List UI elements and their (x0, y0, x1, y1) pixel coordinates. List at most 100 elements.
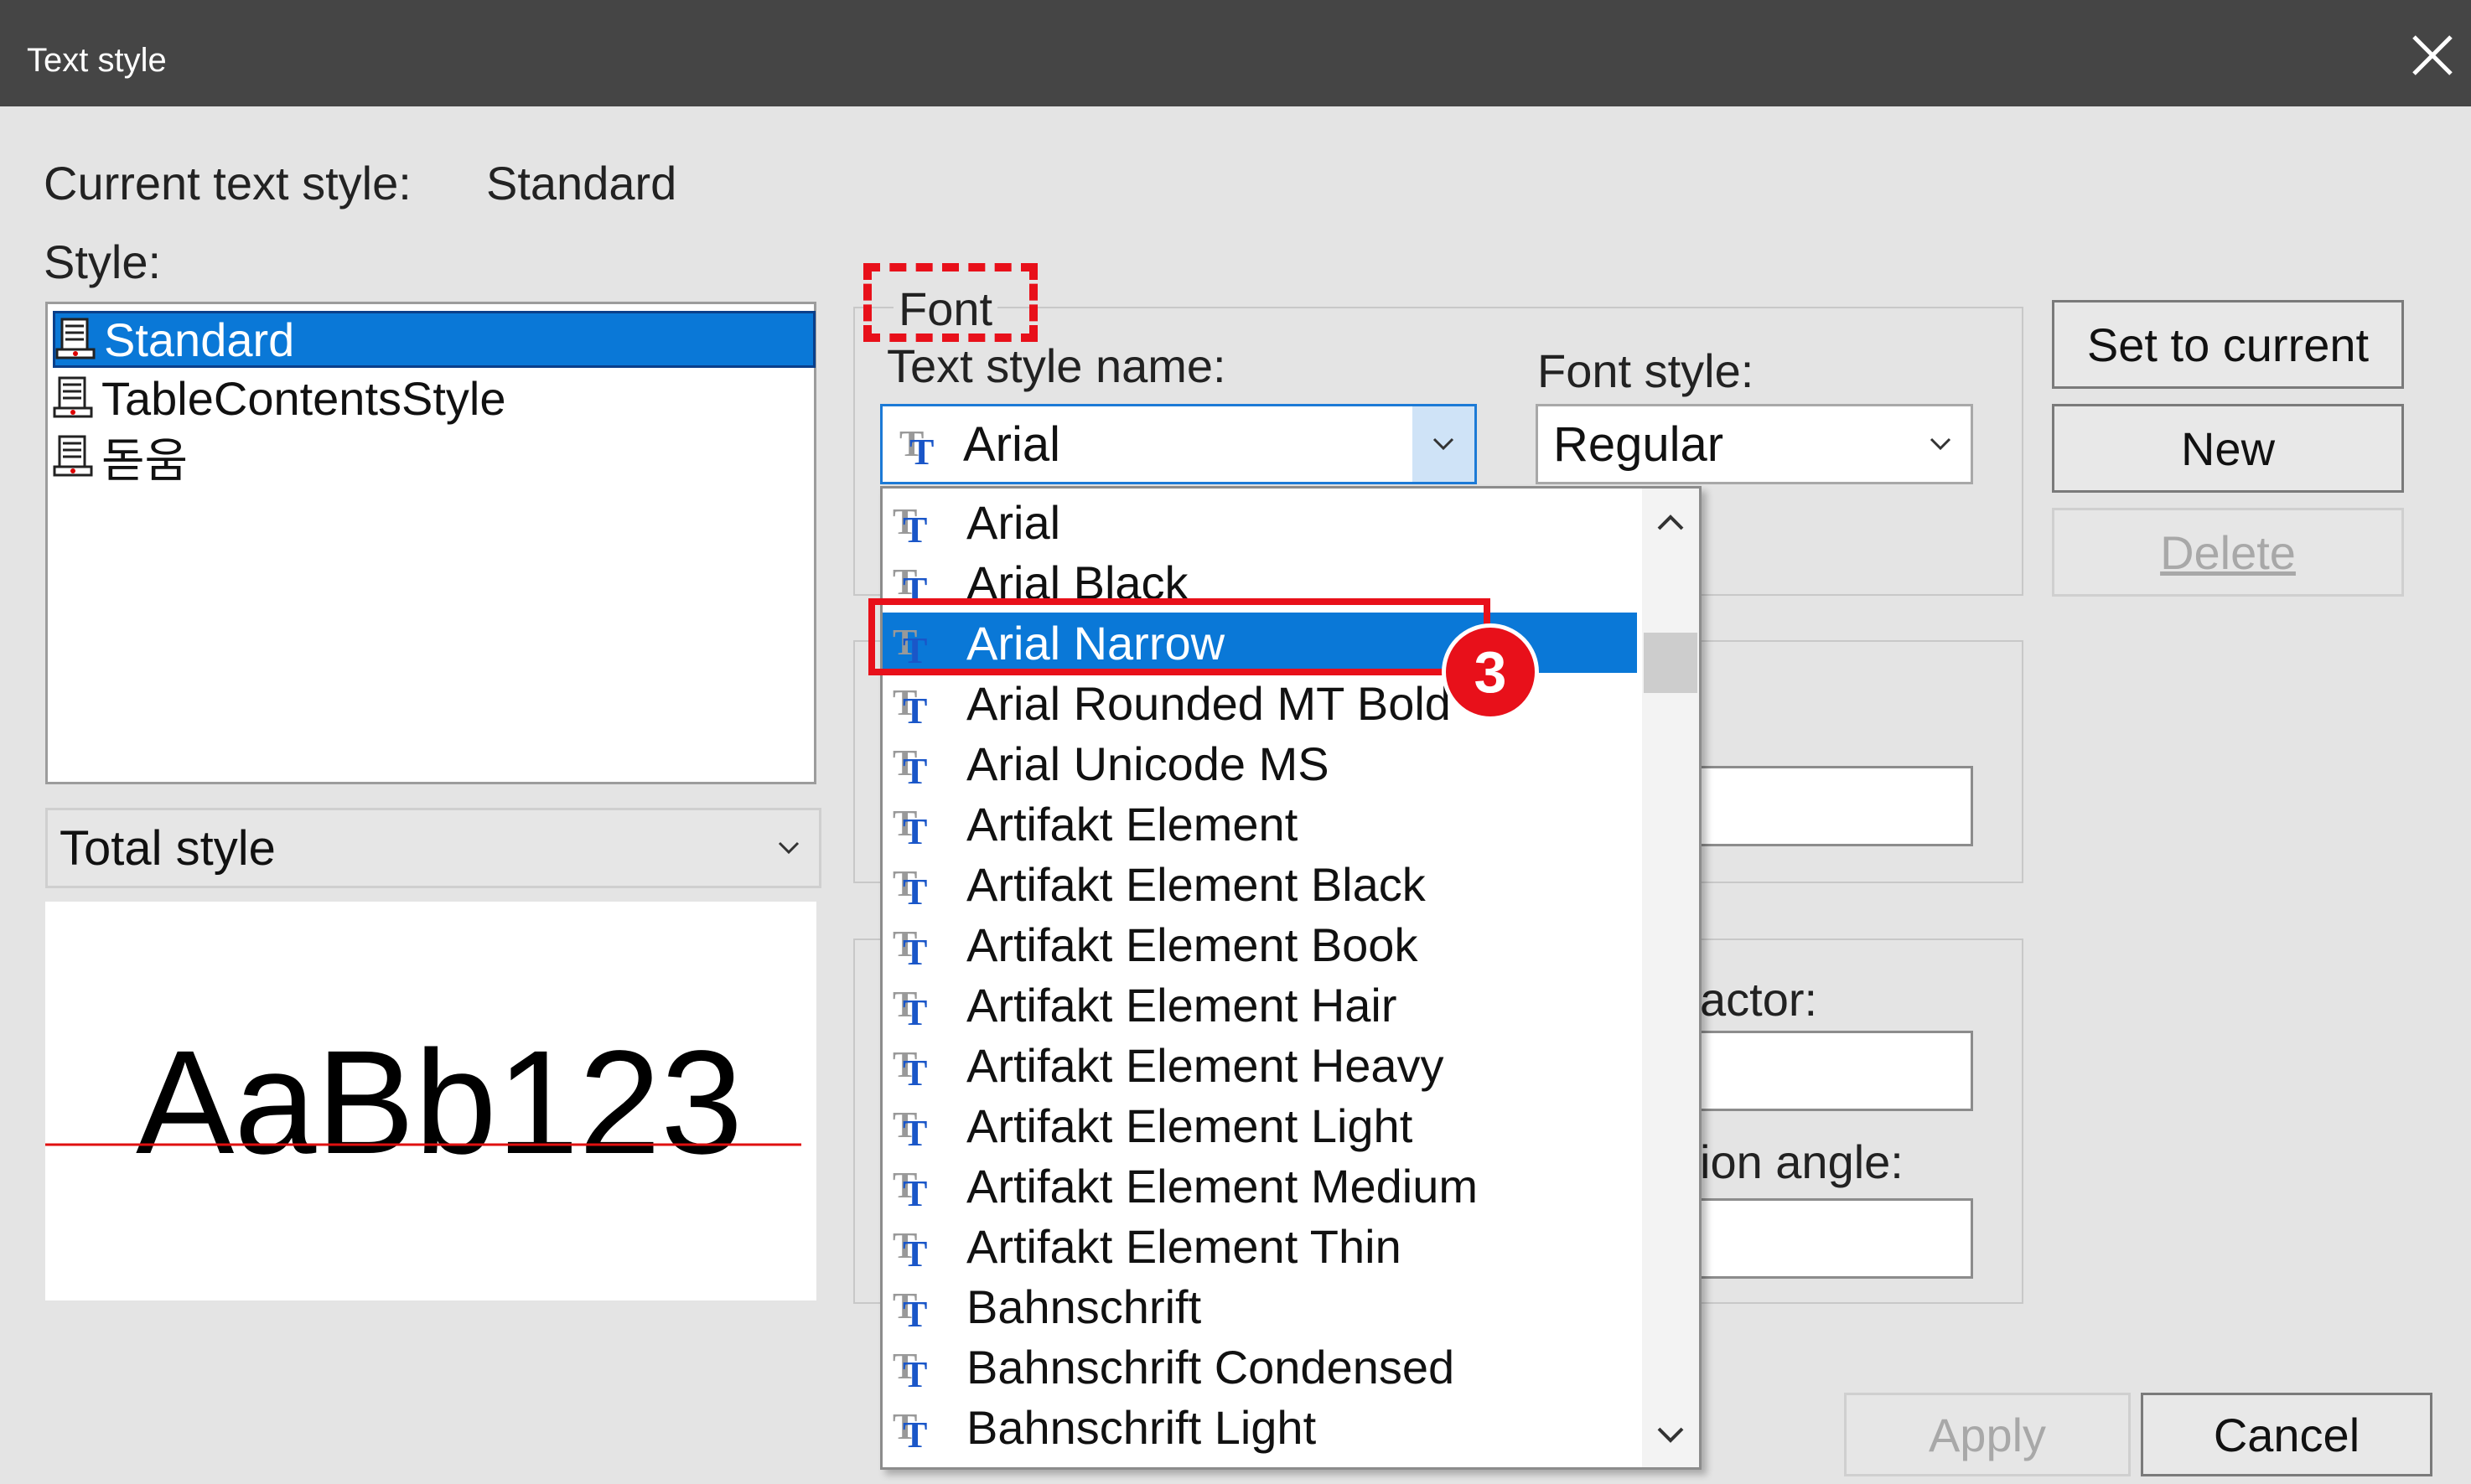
text-style-icon (55, 314, 96, 365)
font-option[interactable]: T T Artifakt Element Book (883, 914, 1637, 975)
svg-text:T: T (903, 932, 927, 970)
style-item-label: Standard (104, 313, 295, 366)
svg-text:T: T (903, 1113, 927, 1150)
oblique-angle-label: ion angle: (1700, 1135, 1904, 1188)
font-option-label: Bahnschrift Condensed (966, 1340, 1455, 1394)
font-option[interactable]: T T Artifakt Element Black (883, 854, 1637, 914)
preview-pane: AaBb123 (45, 902, 816, 1300)
close-icon[interactable] (2407, 30, 2458, 80)
truetype-font-icon: TT (891, 678, 938, 732)
style-filter-value: Total style (60, 820, 276, 876)
scrollbar-thumb[interactable] (1644, 633, 1697, 693)
font-name-value: Arial (963, 416, 1061, 472)
font-label-highlight (863, 263, 1038, 342)
truetype-font-icon: TT (891, 738, 938, 792)
font-option-label: Arial (966, 495, 1061, 549)
font-option[interactable]: T T Artifakt Element Light (883, 1095, 1637, 1156)
truetype-font-icon: TT (891, 1342, 938, 1395)
font-option[interactable]: T T Bahnschrift Light (883, 1397, 1637, 1457)
step-badge: 3 (1442, 623, 1539, 721)
svg-text:T: T (903, 690, 927, 728)
truetype-font-icon: TT (891, 1402, 938, 1456)
text-style-name-label: Text style name: (887, 339, 1226, 392)
truetype-font-icon: TT (891, 497, 938, 551)
font-option[interactable]: T T Artifakt Element Hair (883, 975, 1637, 1035)
style-listbox[interactable]: Standard TableContentsStyle 돋움 (45, 302, 816, 784)
font-option-label: Bahnschrift Light (966, 1400, 1317, 1454)
chevron-down-icon[interactable] (1910, 406, 1971, 482)
chevron-up-icon[interactable] (1654, 505, 1687, 539)
style-item-dotum[interactable]: 돋움 (53, 428, 816, 487)
svg-text:T: T (903, 751, 927, 789)
truetype-font-icon: TT (891, 980, 938, 1033)
cancel-button[interactable]: Cancel (2141, 1393, 2432, 1476)
chevron-down-icon[interactable] (1412, 406, 1474, 482)
width-factor-input[interactable] (1668, 1031, 1973, 1111)
current-style-label: Current text style: (44, 157, 412, 209)
preview-canvas: AaBb123 (45, 1021, 801, 1185)
font-option[interactable]: T T Artifakt Element Heavy (883, 1035, 1637, 1095)
text-style-icon (53, 432, 93, 482)
apply-button[interactable]: Apply (1844, 1393, 2131, 1476)
truetype-font-icon: TT (891, 1281, 938, 1335)
font-style-label: Font style: (1537, 344, 1754, 397)
dropdown-scrollbar[interactable] (1642, 489, 1699, 1467)
truetype-font-icon: TT (891, 859, 938, 913)
style-item-label: 돋움 (101, 433, 189, 487)
font-option-label: Artifakt Element Hair (966, 978, 1397, 1032)
set-to-current-button[interactable]: Set to current (2052, 300, 2404, 389)
truetype-font-icon: TT (891, 1161, 938, 1214)
svg-text:T: T (903, 1173, 927, 1211)
font-option-label: Artifakt Element Medium (966, 1159, 1478, 1213)
chevron-down-icon[interactable] (1654, 1419, 1687, 1452)
title-bar (0, 0, 2471, 106)
truetype-font-icon: TT (898, 419, 945, 473)
style-item-label: TableContentsStyle (101, 371, 506, 425)
font-option-label: Artifakt Element Thin (966, 1219, 1401, 1273)
svg-text:T: T (903, 1233, 927, 1271)
truetype-font-icon: TT (891, 1100, 938, 1154)
font-option[interactable]: T T Artifakt Element (883, 794, 1637, 854)
height-input[interactable] (1668, 766, 1973, 846)
font-option[interactable]: T T Artifakt Element Thin (883, 1216, 1637, 1276)
delete-button[interactable]: Delete (2052, 508, 2404, 597)
svg-text:T: T (903, 1294, 927, 1331)
font-option-label: Artifakt Element Heavy (966, 1038, 1444, 1092)
new-button[interactable]: New (2052, 404, 2404, 493)
font-option-label: Arial Rounded MT Bold (966, 676, 1451, 730)
font-name-select[interactable]: TT Arial (880, 404, 1477, 484)
font-option-label: Artifakt Element Black (966, 857, 1426, 911)
highlight-box (868, 598, 1490, 675)
style-item-standard[interactable]: Standard (53, 311, 816, 368)
font-option[interactable]: T T Arial (883, 492, 1637, 552)
style-item-tablecontents[interactable]: TableContentsStyle (53, 370, 816, 427)
svg-text:T: T (903, 509, 927, 547)
font-option-label: Bahnschrift (966, 1280, 1202, 1333)
chevron-down-icon[interactable] (759, 810, 819, 886)
truetype-font-icon: TT (891, 1040, 938, 1094)
svg-text:T: T (903, 1354, 927, 1392)
current-style-value: Standard (486, 157, 677, 209)
font-option[interactable]: T T Bahnschrift Condensed (883, 1337, 1637, 1397)
window-title: Text style (27, 42, 167, 79)
svg-text:T: T (903, 992, 927, 1030)
font-option[interactable]: T T Artifakt Element Medium (883, 1156, 1637, 1216)
svg-text:T: T (903, 1414, 927, 1452)
svg-text:T: T (903, 871, 927, 909)
style-label: Style: (44, 235, 162, 288)
font-style-select[interactable]: Regular (1536, 404, 1973, 484)
style-filter-select[interactable]: Total style (45, 808, 821, 888)
font-option-label: Artifakt Element Light (966, 1099, 1413, 1152)
font-option-label: Arial Unicode MS (966, 737, 1329, 790)
width-factor-label: actor: (1700, 973, 1818, 1026)
truetype-font-icon: TT (891, 799, 938, 852)
text-style-icon (53, 373, 93, 423)
font-option[interactable]: T T Arial Unicode MS (883, 733, 1637, 794)
font-option-label: Artifakt Element Book (966, 918, 1418, 971)
font-option[interactable]: T T Bahnschrift (883, 1276, 1637, 1337)
preview-sample: AaBb123 (136, 1021, 743, 1185)
font-option-label: Artifakt Element (966, 797, 1298, 851)
oblique-angle-input[interactable] (1668, 1198, 1973, 1279)
truetype-font-icon: TT (891, 919, 938, 973)
svg-text:T: T (903, 1052, 927, 1090)
